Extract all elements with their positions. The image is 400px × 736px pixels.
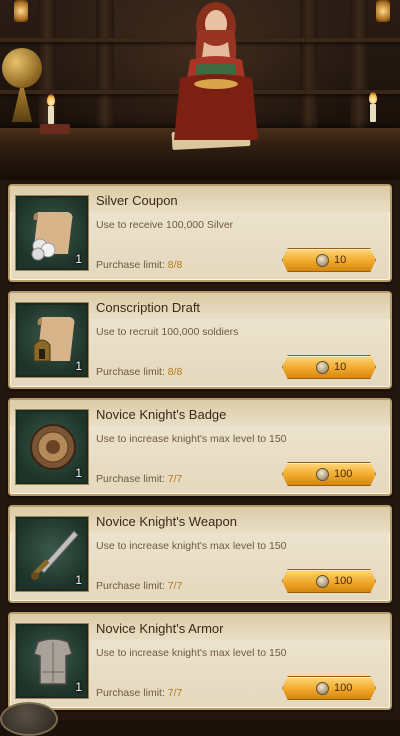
merchant-woman-portrait xyxy=(174,2,258,140)
item-quantity: 1 xyxy=(75,466,82,480)
purchase-limit: Purchase limit: 7/7 xyxy=(96,687,182,699)
item-icon-frame[interactable]: 1 xyxy=(16,196,88,270)
item-name: Novice Knight's Badge xyxy=(96,407,227,422)
shelf-pillar xyxy=(350,0,368,130)
item-description: Use to recruit 100,000 soldiers xyxy=(96,326,239,338)
purchase-limit: Purchase limit: 8/8 xyxy=(96,259,182,271)
shop-item-card: 1 Conscription Draft Use to recruit 100,… xyxy=(8,291,392,389)
item-description: Use to increase knight's max level to 15… xyxy=(96,433,287,445)
item-name: Silver Coupon xyxy=(96,193,178,208)
silver-coin-icon xyxy=(316,682,329,695)
shelf-pillar xyxy=(96,0,114,130)
silver-coin-icon xyxy=(316,468,329,481)
item-quantity: 1 xyxy=(75,573,82,587)
candle-icon xyxy=(48,106,54,124)
item-icon-frame[interactable]: 1 xyxy=(16,517,88,591)
purchase-limit-value: 7/7 xyxy=(167,687,183,699)
wall-lamp-icon xyxy=(376,0,390,22)
purchase-limit-label: Purchase limit: xyxy=(96,687,165,699)
purchase-limit-label: Purchase limit: xyxy=(96,473,165,485)
knight-weapon-icon xyxy=(31,530,79,580)
buy-button[interactable]: 100 xyxy=(282,676,376,700)
purchase-limit: Purchase limit: 7/7 xyxy=(96,473,182,485)
shelf-pillar xyxy=(300,0,318,130)
item-icon-frame[interactable]: 1 xyxy=(16,303,88,377)
corner-menu-icon[interactable] xyxy=(0,702,58,736)
candle-flame xyxy=(369,92,377,104)
purchase-limit: Purchase limit: 7/7 xyxy=(96,580,182,592)
shop-item-card: 1 Novice Knight's Armor Use to increase … xyxy=(8,612,392,710)
candle-flame xyxy=(47,94,55,106)
wall-lamp-icon xyxy=(14,0,28,22)
silver-coupon-icon xyxy=(31,212,73,261)
item-quantity: 1 xyxy=(75,359,82,373)
buy-button[interactable]: 10 xyxy=(282,355,376,379)
shop-item-card: 1 Novice Knight's Badge Use to increase … xyxy=(8,398,392,496)
item-quantity: 1 xyxy=(75,680,82,694)
silver-coin-icon xyxy=(316,361,329,374)
item-name: Conscription Draft xyxy=(96,300,201,315)
purchase-limit-value: 7/7 xyxy=(167,473,183,485)
buy-button[interactable]: 100 xyxy=(282,462,376,486)
purchase-limit-label: Purchase limit: xyxy=(96,259,165,271)
knight-badge-icon xyxy=(30,424,76,470)
purchase-limit-label: Purchase limit: xyxy=(96,366,165,378)
item-icon-frame[interactable]: 1 xyxy=(16,624,88,698)
silver-coin-icon xyxy=(316,575,329,588)
price-label: 100 xyxy=(334,468,353,480)
purchase-limit-value: 7/7 xyxy=(167,580,183,592)
conscription-draft-icon xyxy=(33,317,75,362)
buy-button[interactable]: 100 xyxy=(282,569,376,593)
price-label: 100 xyxy=(334,575,353,587)
purchase-limit: Purchase limit: 8/8 xyxy=(96,366,182,378)
purchase-limit-value: 8/8 xyxy=(167,259,183,271)
item-description: Use to receive 100,000 Silver xyxy=(96,219,234,231)
silver-coin-icon xyxy=(316,254,329,267)
purchase-limit-label: Purchase limit: xyxy=(96,580,165,592)
item-icon-frame[interactable]: 1 xyxy=(16,410,88,484)
price-label: 100 xyxy=(334,682,353,694)
merchant-banner xyxy=(0,0,400,180)
item-description: Use to increase knight's max level to 15… xyxy=(96,647,287,659)
price-label: 10 xyxy=(334,254,347,266)
knight-armor-icon xyxy=(33,638,73,685)
candle-icon xyxy=(370,104,376,122)
price-label: 10 xyxy=(334,361,347,373)
globe-icon xyxy=(2,48,42,88)
shop-item-card: 1 Silver Coupon Use to receive 100,000 S… xyxy=(8,184,392,282)
buy-button[interactable]: 10 xyxy=(282,248,376,272)
book-icon xyxy=(40,124,70,134)
item-name: Novice Knight's Weapon xyxy=(96,514,237,529)
item-name: Novice Knight's Armor xyxy=(96,621,224,636)
item-description: Use to increase knight's max level to 15… xyxy=(96,540,287,552)
item-quantity: 1 xyxy=(75,252,82,266)
shop-item-card: 1 Novice Knight's Weapon Use to increase… xyxy=(8,505,392,603)
shop-item-list[interactable]: 1 Silver Coupon Use to receive 100,000 S… xyxy=(0,180,400,720)
purchase-limit-value: 8/8 xyxy=(167,366,183,378)
